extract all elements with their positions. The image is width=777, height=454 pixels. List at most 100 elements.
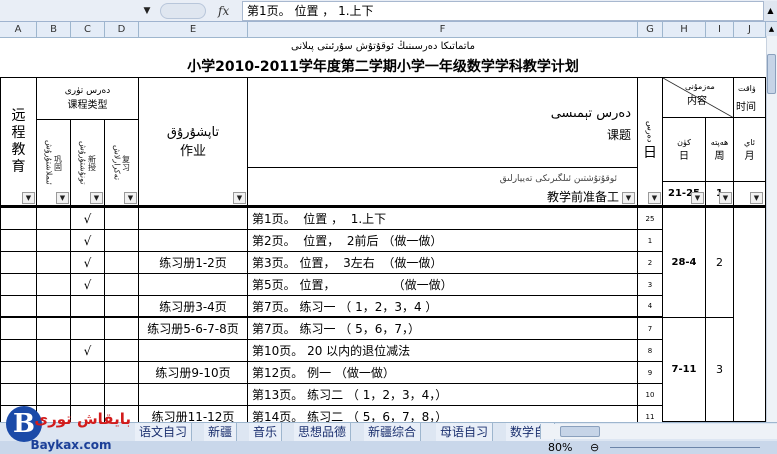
cell-d[interactable] <box>105 208 139 230</box>
filter-d-dropdown-icon[interactable]: ▼ <box>124 192 137 204</box>
filter-h-dropdown-icon[interactable]: ▼ <box>691 192 704 204</box>
cell-b[interactable] <box>37 362 71 384</box>
filter-a-dropdown-icon[interactable]: ▼ <box>22 192 35 204</box>
merged-month[interactable] <box>734 208 766 422</box>
horizontal-scroll-thumb[interactable] <box>560 426 600 437</box>
column-header-b[interactable]: B <box>37 22 71 38</box>
cell-f[interactable]: 第7页。 练习一 （ 5，6，7，） <box>248 318 638 340</box>
cell-e[interactable]: 练习册1-2页 <box>139 252 248 274</box>
name-box-dropdown-icon[interactable]: ▼ <box>140 3 154 19</box>
cell-d[interactable] <box>105 252 139 274</box>
zoom-slider[interactable] <box>610 447 760 448</box>
column-header-g[interactable]: G <box>638 22 663 38</box>
cell-a[interactable] <box>0 362 37 384</box>
insert-function-icon[interactable]: fx <box>218 2 240 20</box>
cell-b[interactable] <box>37 252 71 274</box>
cell-f[interactable]: 第7页。 练习一 （ 1，2，3，4 ） <box>248 296 638 318</box>
formula-bar-grip[interactable] <box>160 3 206 19</box>
cell-b[interactable] <box>37 230 71 252</box>
column-header-a[interactable]: A <box>0 22 37 38</box>
cell-e[interactable] <box>139 208 248 230</box>
column-header-e[interactable]: E <box>139 22 248 38</box>
tab-xinjiang-general[interactable]: 新疆综合 <box>364 423 422 441</box>
cell-a[interactable] <box>0 340 37 362</box>
cell-e[interactable]: 练习册9-10页 <box>139 362 248 384</box>
tab-moral[interactable]: 思想品德 <box>294 423 352 441</box>
cell-e[interactable] <box>139 384 248 406</box>
cell-c[interactable] <box>71 384 105 406</box>
cell-c[interactable]: √ <box>71 208 105 230</box>
tab-xinjiang[interactable]: 新疆 <box>204 423 238 441</box>
column-header-f[interactable]: F <box>248 22 638 38</box>
cell-d[interactable] <box>105 318 139 340</box>
merged-week-1[interactable]: 2 <box>706 208 734 318</box>
column-header-j[interactable]: J <box>734 22 766 38</box>
cell-b[interactable] <box>37 274 71 296</box>
column-header-i[interactable]: I <box>706 22 734 38</box>
scroll-up-icon[interactable]: ▲ <box>766 22 777 36</box>
filter-b-dropdown-icon[interactable]: ▼ <box>56 192 69 204</box>
cell-c[interactable]: √ <box>71 252 105 274</box>
zoom-out-icon[interactable]: ⊖ <box>590 441 599 454</box>
cell-d[interactable] <box>105 230 139 252</box>
filter-c-dropdown-icon[interactable]: ▼ <box>90 192 103 204</box>
cell-c[interactable]: √ <box>71 230 105 252</box>
cell-e[interactable]: 练习册3-4页 <box>139 296 248 318</box>
cell-b[interactable] <box>37 296 71 318</box>
cell-c[interactable] <box>71 362 105 384</box>
vertical-scroll-thumb[interactable] <box>767 54 776 94</box>
cell-f[interactable]: 第13页。 练习二 （ 1，2，3，4，） <box>248 384 638 406</box>
cell-c[interactable]: √ <box>71 274 105 296</box>
cell-g[interactable]: 7 <box>638 318 663 340</box>
cell-c[interactable] <box>71 296 105 318</box>
cell-g[interactable]: 1 <box>638 230 663 252</box>
cell-f[interactable]: 第10页。 20 以内的退位减法 <box>248 340 638 362</box>
filter-f-dropdown-icon[interactable]: ▼ <box>622 192 635 204</box>
cell-g[interactable]: 25 <box>638 208 663 230</box>
cell-a[interactable] <box>0 318 37 340</box>
tab-chinese-selfstudy[interactable]: 语文自习 <box>135 423 193 441</box>
cell-g[interactable]: 9 <box>638 362 663 384</box>
cell-c[interactable] <box>71 318 105 340</box>
column-header-d[interactable]: D <box>105 22 139 38</box>
merged-week-2[interactable]: 3 <box>706 318 734 422</box>
cell-a[interactable] <box>0 252 37 274</box>
tab-mother-tongue[interactable]: 母语自习 <box>436 423 494 441</box>
cell-a[interactable] <box>0 274 37 296</box>
merged-date-1[interactable]: 28-4 <box>663 208 706 318</box>
cell-f[interactable]: 第2页。 位置， 2前后 （做一做） <box>248 230 638 252</box>
cell-g[interactable]: 10 <box>638 384 663 406</box>
cell-f[interactable]: 第3页。 位置， 3左右 （做一做） <box>248 252 638 274</box>
cell-f[interactable]: 第14页。 练习二 （ 5，6，7，8，） <box>248 406 638 422</box>
cell-f[interactable]: 第5页。 位置， （做一做） <box>248 274 638 296</box>
cell-b[interactable] <box>37 208 71 230</box>
cell-f[interactable]: 第1页。 位置 ， 1.上下 <box>248 208 638 230</box>
cell-e[interactable]: 练习册5-6-7-8页 <box>139 318 248 340</box>
filter-g-dropdown-icon[interactable]: ▼ <box>648 192 661 204</box>
filter-e-dropdown-icon[interactable]: ▼ <box>233 192 246 204</box>
cell-g[interactable]: 3 <box>638 274 663 296</box>
cell-e[interactable] <box>139 274 248 296</box>
cell-g[interactable]: 4 <box>638 296 663 318</box>
formula-input[interactable]: 第1页。 位置 ， 1.上下 <box>242 1 764 21</box>
column-header-c[interactable]: C <box>71 22 105 38</box>
cell-d[interactable] <box>105 384 139 406</box>
cell-e[interactable]: 练习册11-12页 <box>139 406 248 422</box>
filter-i-dropdown-icon[interactable]: ▼ <box>719 192 732 204</box>
cell-b[interactable] <box>37 384 71 406</box>
cell-c[interactable]: √ <box>71 340 105 362</box>
cell-b[interactable] <box>37 318 71 340</box>
cell-e[interactable] <box>139 230 248 252</box>
cell-d[interactable] <box>105 296 139 318</box>
cell-a[interactable] <box>0 384 37 406</box>
cell-g[interactable]: 2 <box>638 252 663 274</box>
cell-d[interactable] <box>105 340 139 362</box>
cell-g[interactable]: 11 <box>638 406 663 422</box>
cell-f[interactable]: 第12页。 例一 （做一做） <box>248 362 638 384</box>
cell-e[interactable] <box>139 340 248 362</box>
formula-expand-icon[interactable]: ▲ <box>764 1 777 21</box>
cell-d[interactable] <box>105 274 139 296</box>
tab-music[interactable]: 音乐 <box>249 423 283 441</box>
cell-a[interactable] <box>0 208 37 230</box>
filter-j-dropdown-icon[interactable]: ▼ <box>750 192 763 204</box>
